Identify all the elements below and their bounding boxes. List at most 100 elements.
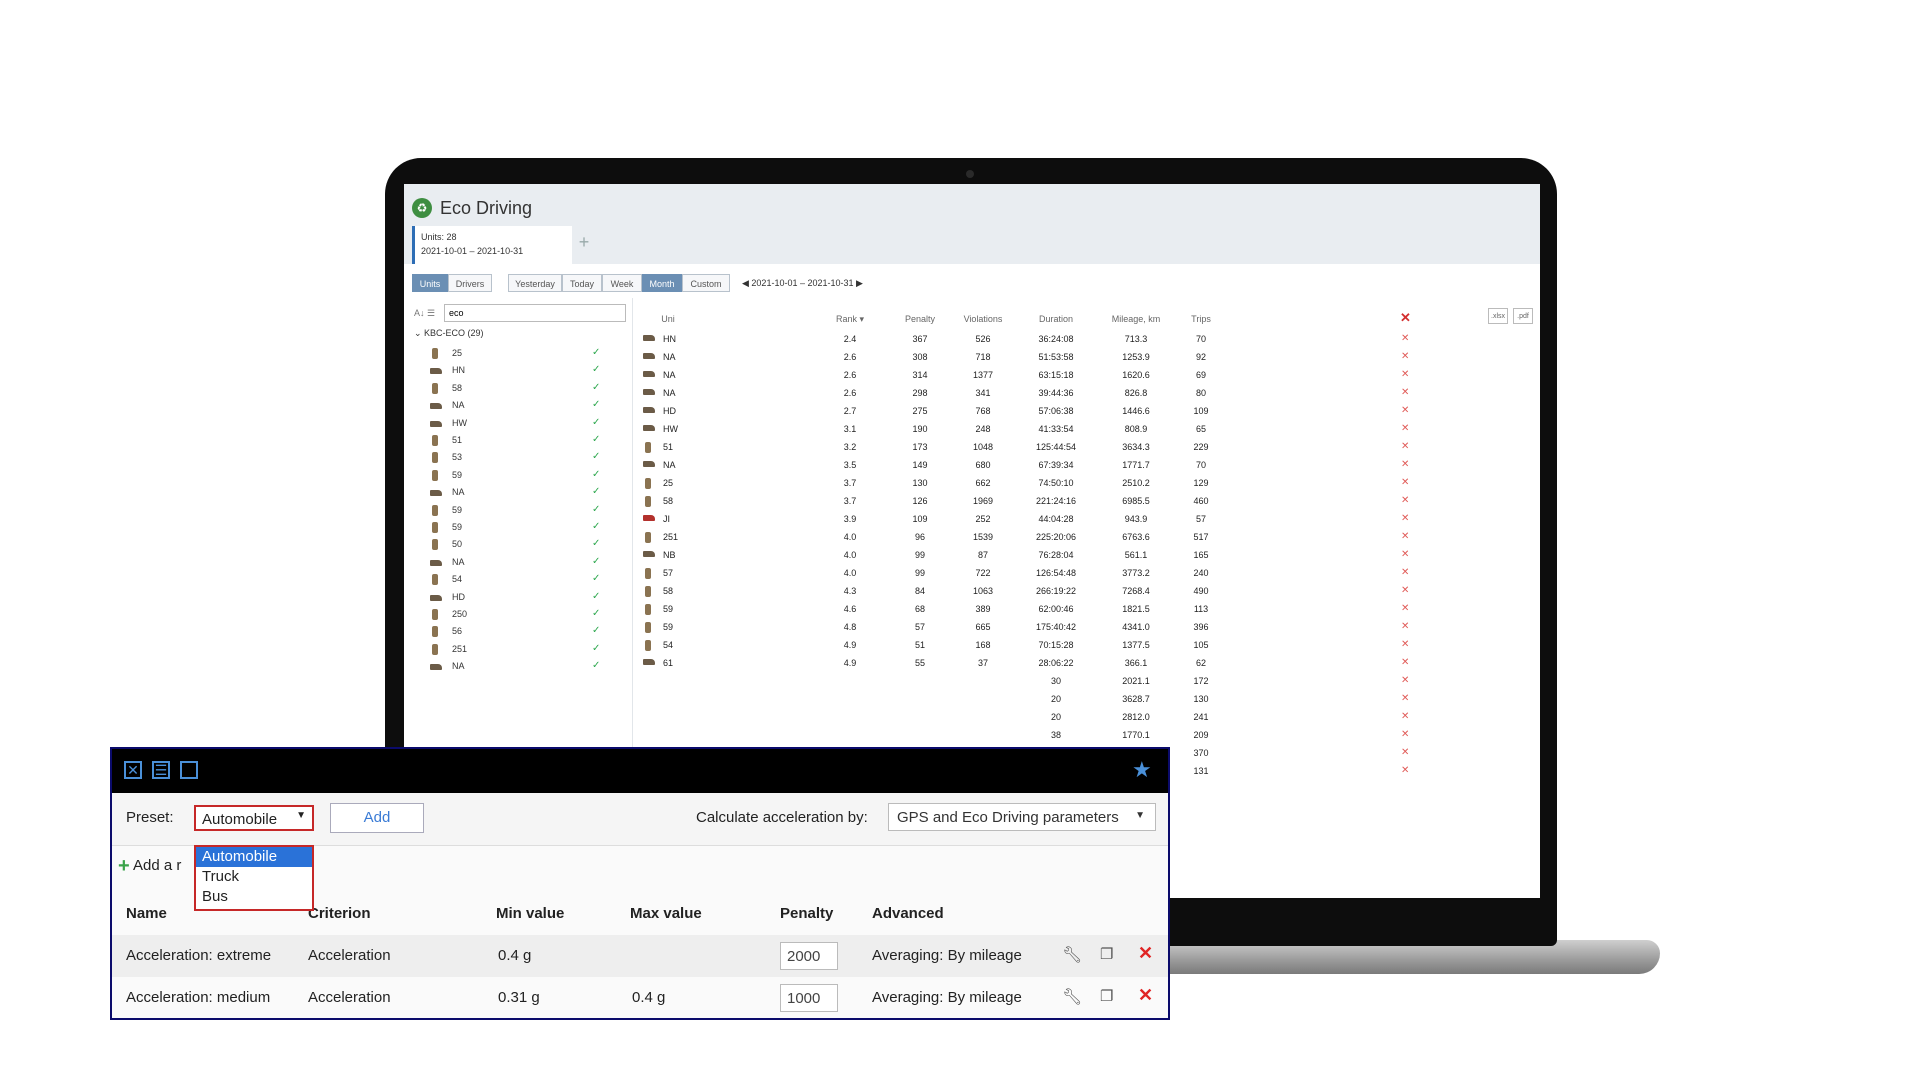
delete-row-icon[interactable]: ✕ (1401, 639, 1409, 650)
preset-select[interactable]: Automobile ▼ (194, 805, 314, 831)
delete-row-icon[interactable]: ✕ (1401, 657, 1409, 668)
checkmark-icon[interactable]: ✓ (592, 521, 600, 532)
unit-group-kbc-eco[interactable]: ⌄ KBC-ECO (29) (414, 328, 484, 339)
table-row[interactable]: 20 3628.7 130 ✕ (633, 690, 1540, 708)
table-row[interactable]: 58 3.7 126 1969 221:24:16 6985.5 460 ✕ (633, 492, 1540, 510)
checkmark-icon[interactable]: ✓ (592, 660, 600, 671)
checkmark-icon[interactable]: ✓ (592, 625, 600, 636)
sidebar-unit-item[interactable]: 53 ✓ (420, 450, 610, 467)
sidebar-unit-item[interactable]: 59 ✓ (420, 468, 610, 485)
checkmark-icon[interactable]: ✓ (592, 486, 600, 497)
delete-row-icon[interactable]: ✕ (1401, 369, 1409, 380)
sidebar-unit-item[interactable]: 251 ✓ (420, 642, 610, 659)
sidebar-unit-item[interactable]: 50 ✓ (420, 537, 610, 554)
table-row[interactable]: HN 2.4 367 526 36:24:08 713.3 70 ✕ (633, 330, 1540, 348)
sidebar-unit-item[interactable]: 51 ✓ (420, 433, 610, 450)
minimize-window-icon[interactable]: _ (180, 761, 198, 779)
sidebar-unit-item[interactable]: NA ✓ (420, 485, 610, 502)
period-today-button[interactable]: Today (562, 274, 602, 292)
checkmark-icon[interactable]: ✓ (592, 504, 600, 515)
table-row[interactable]: 61 4.9 55 37 28:06:22 366.1 62 ✕ (633, 654, 1540, 672)
delete-row-icon[interactable]: ✕ (1401, 711, 1409, 722)
checkmark-icon[interactable]: ✓ (592, 608, 600, 619)
delete-row-icon[interactable]: ✕ (1401, 585, 1409, 596)
checkmark-icon[interactable]: ✓ (592, 364, 600, 375)
delete-row-icon[interactable]: ✕ (1401, 441, 1409, 452)
checkmark-icon[interactable]: ✓ (592, 347, 600, 358)
col-unit-header[interactable]: Uni (653, 314, 683, 324)
wrench-icon[interactable]: 🔧︎ (1062, 987, 1082, 1007)
sidebar-unit-item[interactable]: 59 ✓ (420, 503, 610, 520)
period-range-navigator[interactable]: ◀ 2021-10-01 – 2021-10-31 ▶ (742, 274, 863, 292)
penalty-input[interactable]: 1000 (780, 984, 838, 1012)
preset-option-bus[interactable]: Bus (196, 887, 312, 907)
units-search-input[interactable] (444, 304, 626, 322)
tab-units[interactable]: Units (412, 274, 448, 292)
copy-icon[interactable]: ❐ (1100, 945, 1113, 963)
delete-row-icon[interactable]: ✕ (1401, 549, 1409, 560)
report-tab-units[interactable]: Units: 28 2021-10-01 – 2021-10-31 (412, 226, 572, 264)
checkmark-icon[interactable]: ✓ (592, 469, 600, 480)
checkmark-icon[interactable]: ✓ (592, 399, 600, 410)
table-row[interactable]: 59 4.6 68 389 62:00:46 1821.5 113 ✕ (633, 600, 1540, 618)
table-row[interactable]: 54 4.9 51 168 70:15:28 1377.5 105 ✕ (633, 636, 1540, 654)
checkmark-icon[interactable]: ✓ (592, 573, 600, 584)
table-row[interactable]: 57 4.0 99 722 126:54:48 3773.2 240 ✕ (633, 564, 1540, 582)
copy-icon[interactable]: ❐ (1100, 987, 1113, 1005)
table-row[interactable]: HD 2.7 275 768 57:06:38 1446.6 109 ✕ (633, 402, 1540, 420)
delete-all-icon[interactable]: ✕ (1400, 310, 1411, 326)
sidebar-unit-item[interactable]: 250 ✓ (420, 607, 610, 624)
checkmark-icon[interactable]: ✓ (592, 417, 600, 428)
table-row[interactable]: NA 2.6 298 341 39:44:36 826.8 80 ✕ (633, 384, 1540, 402)
table-row[interactable]: 30 2021.1 172 ✕ (633, 672, 1540, 690)
table-row[interactable]: NA 3.5 149 680 67:39:34 1771.7 70 ✕ (633, 456, 1540, 474)
sidebar-unit-item[interactable]: HN ✓ (420, 363, 610, 380)
checkmark-icon[interactable]: ✓ (592, 643, 600, 654)
table-row[interactable]: 25 3.7 130 662 74:50:10 2510.2 129 ✕ (633, 474, 1540, 492)
checkmark-icon[interactable]: ✓ (592, 382, 600, 393)
delete-row-icon[interactable]: ✕ (1401, 495, 1409, 506)
table-row[interactable]: JI 3.9 109 252 44:04:28 943.9 57 ✕ (633, 510, 1540, 528)
delete-row-icon[interactable]: ✕ (1401, 333, 1409, 344)
sort-icon[interactable]: A↓ ☰ (414, 308, 435, 319)
delete-row-icon[interactable]: ✕ (1401, 729, 1409, 740)
delete-row-icon[interactable]: ✕ (1401, 513, 1409, 524)
sidebar-unit-item[interactable]: NA ✓ (420, 659, 610, 676)
sidebar-unit-item[interactable]: 25 ✓ (420, 346, 610, 363)
star-icon[interactable]: ★ (1132, 757, 1152, 783)
export-xlsx-button[interactable]: .xlsx (1488, 308, 1508, 324)
sidebar-unit-item[interactable]: 58 ✓ (420, 381, 610, 398)
calculate-acceleration-select[interactable]: GPS and Eco Driving parameters ▼ (888, 803, 1156, 831)
delete-row-icon[interactable]: ✕ (1401, 423, 1409, 434)
penalty-input[interactable]: 2000 (780, 942, 838, 970)
add-preset-button[interactable]: Add (330, 803, 424, 833)
col-trips-header[interactable]: Trips (1171, 314, 1231, 324)
preset-option-truck[interactable]: Truck (196, 867, 312, 887)
sidebar-unit-item[interactable]: 56 ✓ (420, 624, 610, 641)
sidebar-unit-item[interactable]: NA ✓ (420, 555, 610, 572)
table-row[interactable]: HW 3.1 190 248 41:33:54 808.9 65 ✕ (633, 420, 1540, 438)
col-mileage-header[interactable]: Mileage, km (1099, 314, 1173, 324)
table-row[interactable]: 59 4.8 57 665 175:40:42 4341.0 396 ✕ (633, 618, 1540, 636)
delete-icon[interactable]: ✕ (1138, 943, 1153, 964)
checkmark-icon[interactable]: ✓ (592, 591, 600, 602)
table-row[interactable]: 58 4.3 84 1063 266:19:22 7268.4 490 ✕ (633, 582, 1540, 600)
delete-row-icon[interactable]: ✕ (1401, 675, 1409, 686)
checkmark-icon[interactable]: ✓ (592, 451, 600, 462)
table-row[interactable]: 251 4.0 96 1539 225:20:06 6763.6 517 ✕ (633, 528, 1540, 546)
tab-drivers[interactable]: Drivers (448, 274, 492, 292)
delete-row-icon[interactable]: ✕ (1401, 351, 1409, 362)
table-row[interactable]: 51 3.2 173 1048 125:44:54 3634.3 229 ✕ (633, 438, 1540, 456)
checkmark-icon[interactable]: ✓ (592, 434, 600, 445)
col-duration-header[interactable]: Duration (1021, 314, 1091, 324)
preset-option-automobile[interactable]: Automobile (196, 847, 312, 867)
close-icon[interactable]: ✕ (124, 761, 142, 779)
period-custom-button[interactable]: Custom (682, 274, 730, 292)
checkmark-icon[interactable]: ✓ (592, 538, 600, 549)
delete-row-icon[interactable]: ✕ (1401, 765, 1409, 776)
table-row[interactable]: 20 2812.0 241 ✕ (633, 708, 1540, 726)
wrench-icon[interactable]: 🔧︎ (1062, 945, 1082, 965)
delete-row-icon[interactable]: ✕ (1401, 603, 1409, 614)
col-violations-header[interactable]: Violations (953, 314, 1013, 324)
table-row[interactable]: NA 2.6 308 718 51:53:58 1253.9 92 ✕ (633, 348, 1540, 366)
